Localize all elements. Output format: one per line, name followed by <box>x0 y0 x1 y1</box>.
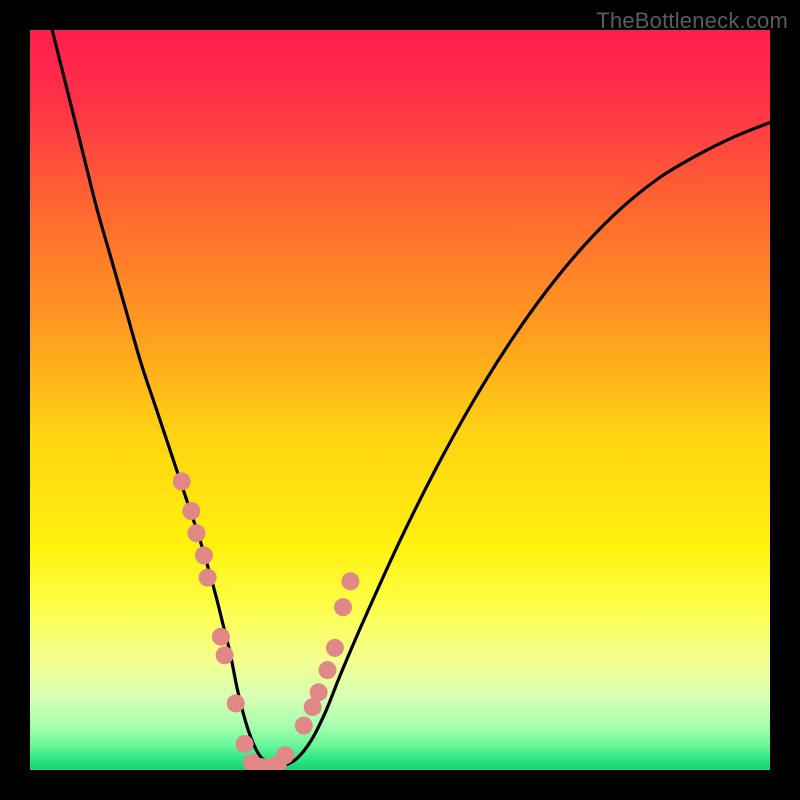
highlight-point <box>173 472 191 490</box>
highlight-point <box>182 502 200 520</box>
plot-area <box>30 30 770 770</box>
highlight-point <box>188 524 206 542</box>
highlight-point <box>236 735 254 753</box>
highlight-point <box>295 717 313 735</box>
highlight-point <box>199 569 217 587</box>
highlight-point <box>326 639 344 657</box>
highlight-point <box>310 683 328 701</box>
highlight-point <box>341 572 359 590</box>
highlight-point <box>318 661 336 679</box>
gradient-background <box>30 30 770 770</box>
highlight-point <box>276 746 294 764</box>
highlight-point <box>216 646 234 664</box>
highlight-point <box>334 598 352 616</box>
highlight-point <box>227 694 245 712</box>
highlight-point <box>212 628 230 646</box>
chart-container: TheBottleneck.com <box>0 0 800 800</box>
chart-svg <box>30 30 770 770</box>
highlight-point <box>195 546 213 564</box>
